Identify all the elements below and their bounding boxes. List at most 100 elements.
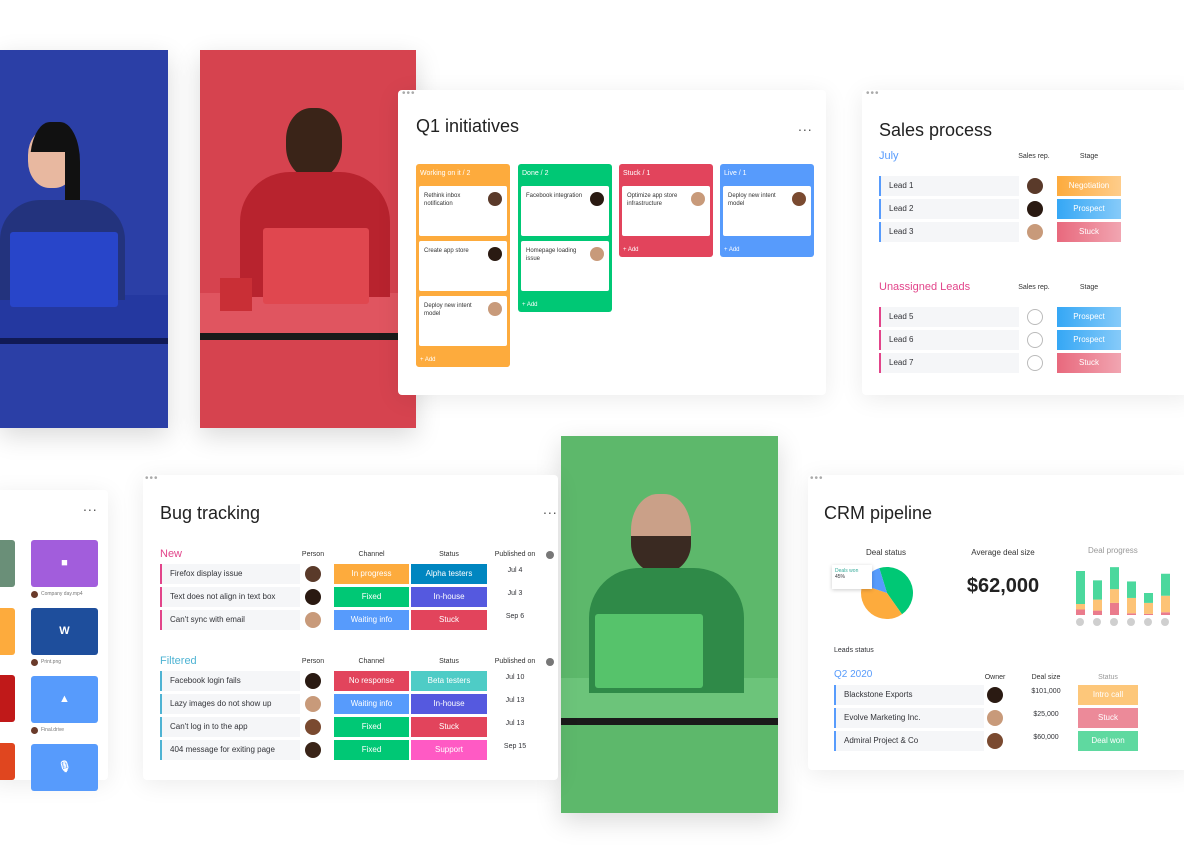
- published-date: Jul 10: [505, 674, 525, 681]
- file-caption[interactable]: Final.drive: [41, 727, 64, 733]
- lead-row[interactable]: Lead 5: [879, 307, 1019, 327]
- column-header-person: Person: [301, 658, 325, 665]
- file-caption[interactable]: Print.png: [41, 659, 61, 665]
- lead-row[interactable]: Evolve Marketing Inc.: [834, 708, 984, 728]
- photo-man-red: [200, 50, 416, 428]
- lead-row[interactable]: Blackstone Exports: [834, 685, 984, 705]
- word-tile[interactable]: W: [31, 608, 98, 655]
- bug-row[interactable]: Firefox display issue: [160, 564, 300, 584]
- group-title: New: [160, 548, 183, 560]
- lead-row[interactable]: Lead 1: [879, 176, 1019, 196]
- bug-row[interactable]: Lazy images do not show up: [160, 694, 300, 714]
- more-menu-icon[interactable]: ...: [83, 498, 98, 514]
- status-pill[interactable]: Stuck: [411, 717, 487, 737]
- video-camera-tile[interactable]: ■: [31, 540, 98, 587]
- progress-bar-segment: [1093, 580, 1102, 600]
- avatar: [1144, 618, 1152, 626]
- channel-pill[interactable]: Fixed: [334, 717, 409, 737]
- channel-pill[interactable]: Waiting info: [334, 610, 409, 630]
- published-date: Jul 4: [507, 567, 523, 574]
- empty-person-icon[interactable]: [1027, 332, 1043, 348]
- kanban-card[interactable]: Rethink inbox notification: [419, 186, 507, 236]
- published-date: Jul 13: [505, 697, 525, 704]
- channel-pill[interactable]: In progress: [334, 564, 409, 584]
- column-header-status: Status: [439, 658, 459, 665]
- video-camera-icon: ■: [61, 557, 68, 569]
- channel-pill[interactable]: No response: [334, 671, 409, 691]
- bug-row[interactable]: 404 message for exiting page: [160, 740, 300, 760]
- avatar: [1127, 618, 1135, 626]
- file-caption[interactable]: Company day.mp4: [41, 591, 83, 597]
- tooltip-value: 45%: [835, 574, 846, 580]
- status-pill[interactable]: Beta testers: [411, 671, 487, 691]
- kanban-card[interactable]: Homepage loading issue: [521, 241, 609, 291]
- add-item-button[interactable]: + Add: [623, 247, 639, 253]
- more-menu-icon[interactable]: ...: [798, 118, 813, 134]
- add-column-icon[interactable]: [546, 658, 554, 666]
- column-header: Stuck / 1: [623, 170, 651, 177]
- window-dots: •••: [866, 88, 880, 99]
- channel-pill[interactable]: Waiting info: [334, 694, 409, 714]
- empty-person-icon[interactable]: [1027, 309, 1043, 325]
- bug-row[interactable]: Facebook login fails: [160, 671, 300, 691]
- avatar: [1093, 618, 1101, 626]
- channel-pill[interactable]: Fixed: [334, 740, 409, 760]
- stage-pill[interactable]: Stuck: [1057, 222, 1121, 242]
- stage-pill[interactable]: Stuck: [1057, 353, 1121, 373]
- stage-pill[interactable]: Prospect: [1057, 307, 1121, 327]
- bug-row[interactable]: Can't sync with email: [160, 610, 300, 630]
- avatar[interactable]: [1027, 201, 1043, 217]
- kanban-card[interactable]: Facebook integration: [521, 186, 609, 236]
- bug-row[interactable]: Can't log in to the app: [160, 717, 300, 737]
- status-pill[interactable]: Intro call: [1078, 685, 1138, 705]
- board-title: Q1 initiatives: [416, 116, 520, 136]
- add-item-button[interactable]: + Add: [522, 302, 538, 308]
- progress-bar-segment: [1110, 567, 1119, 590]
- avatar: [488, 302, 502, 316]
- status-pill[interactable]: Alpha testers: [411, 564, 487, 584]
- stage-pill[interactable]: Prospect: [1057, 330, 1121, 350]
- progress-bar-segment: [1093, 599, 1102, 611]
- more-menu-icon[interactable]: ...: [543, 501, 558, 517]
- status-pill[interactable]: In-house: [411, 587, 487, 607]
- avatar[interactable]: [1027, 224, 1043, 240]
- avatar: [1161, 618, 1169, 626]
- microphone-icon: 🎙: [57, 761, 72, 773]
- progress-bar-segment: [1127, 597, 1136, 614]
- lead-row[interactable]: Admiral Project & Co: [834, 731, 984, 751]
- status-pill[interactable]: Support: [411, 740, 487, 760]
- lead-row[interactable]: Lead 3: [879, 222, 1019, 242]
- microphone-tile[interactable]: 🎙: [31, 744, 98, 791]
- add-item-button[interactable]: + Add: [724, 247, 740, 253]
- stage-pill[interactable]: Prospect: [1057, 199, 1121, 219]
- channel-pill[interactable]: Fixed: [334, 587, 409, 607]
- empty-person-icon[interactable]: [1027, 355, 1043, 371]
- lead-row[interactable]: Lead 7: [879, 353, 1019, 373]
- bug-tracking-board: ••• Bug tracking ... New Person Channel Sta…: [143, 473, 558, 780]
- add-item-button[interactable]: + Add: [420, 357, 436, 363]
- lead-row[interactable]: Lead 6: [879, 330, 1019, 350]
- progress-bar-segment: [1161, 573, 1170, 596]
- add-column-icon[interactable]: [546, 551, 554, 559]
- status-pill[interactable]: Stuck: [1078, 708, 1138, 728]
- progress-bar-segment: [1161, 595, 1170, 613]
- status-pill[interactable]: Deal won: [1078, 731, 1138, 751]
- avatar[interactable]: [1027, 178, 1043, 194]
- google-drive-tile[interactable]: ▲: [31, 676, 98, 723]
- lead-row[interactable]: Lead 2: [879, 199, 1019, 219]
- board-title: CRM pipeline: [824, 503, 933, 523]
- google-drive-icon: ▲: [59, 693, 70, 705]
- status-pill[interactable]: Stuck: [411, 610, 487, 630]
- status-pill[interactable]: In-house: [411, 694, 487, 714]
- kanban-card[interactable]: Deploy new intent model: [723, 186, 811, 236]
- kanban-card[interactable]: Deploy new intent model: [419, 296, 507, 346]
- avatar: [987, 733, 1003, 749]
- column-header-stage: Stage: [1079, 284, 1099, 291]
- progress-bar-segment: [1110, 602, 1119, 615]
- bug-row[interactable]: Text does not align in text box: [160, 587, 300, 607]
- column-header-published-on: Published on: [494, 658, 536, 665]
- kanban-card[interactable]: Create app store: [419, 241, 507, 291]
- column-header-sales-rep: Sales rep.: [1018, 153, 1050, 160]
- kanban-card[interactable]: Optimize app store infrastructure: [622, 186, 710, 236]
- stage-pill[interactable]: Negotiation: [1057, 176, 1121, 196]
